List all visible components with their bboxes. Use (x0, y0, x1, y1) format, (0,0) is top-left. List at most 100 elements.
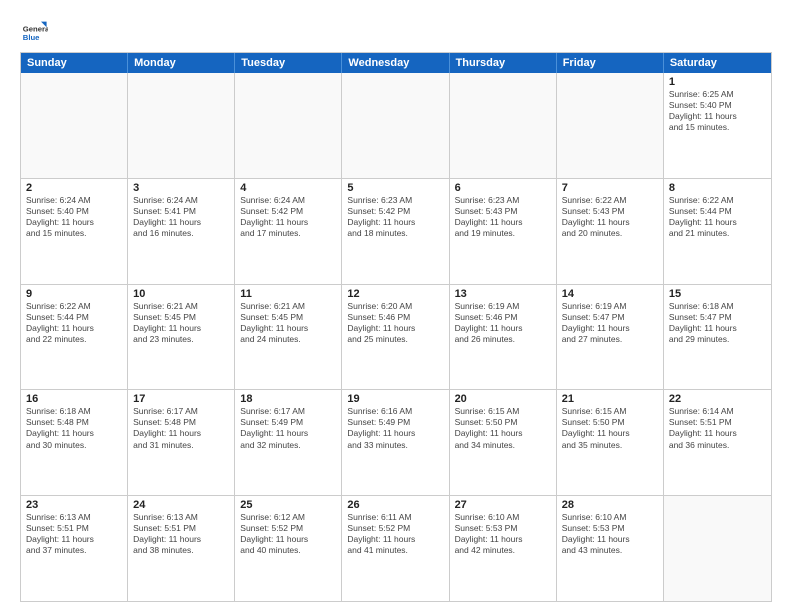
cal-cell-empty (21, 73, 128, 178)
calendar-header: SundayMondayTuesdayWednesdayThursdayFrid… (21, 53, 771, 73)
cell-date-18: 18 (240, 393, 336, 405)
cell-date-23: 23 (26, 499, 122, 511)
calendar: SundayMondayTuesdayWednesdayThursdayFrid… (20, 52, 772, 602)
cal-cell-empty (342, 73, 449, 178)
cell-date-28: 28 (562, 499, 658, 511)
cell-date-10: 10 (133, 288, 229, 300)
cell-date-26: 26 (347, 499, 443, 511)
cell-date-2: 2 (26, 182, 122, 194)
cell-info-6: Sunrise: 6:23 AM Sunset: 5:43 PM Dayligh… (455, 195, 551, 239)
cal-cell-12: 12Sunrise: 6:20 AM Sunset: 5:46 PM Dayli… (342, 285, 449, 390)
cell-date-15: 15 (669, 288, 766, 300)
cal-cell-empty (664, 496, 771, 601)
cal-cell-8: 8Sunrise: 6:22 AM Sunset: 5:44 PM Daylig… (664, 179, 771, 284)
cell-date-16: 16 (26, 393, 122, 405)
cell-info-21: Sunrise: 6:15 AM Sunset: 5:50 PM Dayligh… (562, 406, 658, 450)
cell-date-8: 8 (669, 182, 766, 194)
cell-info-20: Sunrise: 6:15 AM Sunset: 5:50 PM Dayligh… (455, 406, 551, 450)
cell-info-25: Sunrise: 6:12 AM Sunset: 5:52 PM Dayligh… (240, 512, 336, 556)
cell-info-1: Sunrise: 6:25 AM Sunset: 5:40 PM Dayligh… (669, 89, 766, 133)
logo-icon: General Blue (20, 16, 48, 44)
cell-info-23: Sunrise: 6:13 AM Sunset: 5:51 PM Dayligh… (26, 512, 122, 556)
svg-text:General: General (23, 24, 48, 33)
day-header-thursday: Thursday (450, 53, 557, 73)
day-header-wednesday: Wednesday (342, 53, 449, 73)
cal-cell-4: 4Sunrise: 6:24 AM Sunset: 5:42 PM Daylig… (235, 179, 342, 284)
cell-date-24: 24 (133, 499, 229, 511)
cal-cell-22: 22Sunrise: 6:14 AM Sunset: 5:51 PM Dayli… (664, 390, 771, 495)
cell-info-8: Sunrise: 6:22 AM Sunset: 5:44 PM Dayligh… (669, 195, 766, 239)
cell-info-24: Sunrise: 6:13 AM Sunset: 5:51 PM Dayligh… (133, 512, 229, 556)
cal-cell-3: 3Sunrise: 6:24 AM Sunset: 5:41 PM Daylig… (128, 179, 235, 284)
cell-info-28: Sunrise: 6:10 AM Sunset: 5:53 PM Dayligh… (562, 512, 658, 556)
calendar-row-1: 1Sunrise: 6:25 AM Sunset: 5:40 PM Daylig… (21, 73, 771, 178)
cell-info-27: Sunrise: 6:10 AM Sunset: 5:53 PM Dayligh… (455, 512, 551, 556)
cell-date-22: 22 (669, 393, 766, 405)
cal-cell-27: 27Sunrise: 6:10 AM Sunset: 5:53 PM Dayli… (450, 496, 557, 601)
cal-cell-15: 15Sunrise: 6:18 AM Sunset: 5:47 PM Dayli… (664, 285, 771, 390)
calendar-body: 1Sunrise: 6:25 AM Sunset: 5:40 PM Daylig… (21, 73, 771, 601)
cell-info-14: Sunrise: 6:19 AM Sunset: 5:47 PM Dayligh… (562, 301, 658, 345)
day-header-sunday: Sunday (21, 53, 128, 73)
cell-date-3: 3 (133, 182, 229, 194)
cell-date-20: 20 (455, 393, 551, 405)
logo: General Blue (20, 16, 50, 44)
cal-cell-17: 17Sunrise: 6:17 AM Sunset: 5:48 PM Dayli… (128, 390, 235, 495)
cal-cell-2: 2Sunrise: 6:24 AM Sunset: 5:40 PM Daylig… (21, 179, 128, 284)
cell-info-15: Sunrise: 6:18 AM Sunset: 5:47 PM Dayligh… (669, 301, 766, 345)
cal-cell-16: 16Sunrise: 6:18 AM Sunset: 5:48 PM Dayli… (21, 390, 128, 495)
cal-cell-25: 25Sunrise: 6:12 AM Sunset: 5:52 PM Dayli… (235, 496, 342, 601)
cal-cell-28: 28Sunrise: 6:10 AM Sunset: 5:53 PM Dayli… (557, 496, 664, 601)
calendar-row-3: 9Sunrise: 6:22 AM Sunset: 5:44 PM Daylig… (21, 284, 771, 390)
cell-info-5: Sunrise: 6:23 AM Sunset: 5:42 PM Dayligh… (347, 195, 443, 239)
cal-cell-20: 20Sunrise: 6:15 AM Sunset: 5:50 PM Dayli… (450, 390, 557, 495)
cell-date-25: 25 (240, 499, 336, 511)
cell-date-9: 9 (26, 288, 122, 300)
cal-cell-empty (235, 73, 342, 178)
cell-date-11: 11 (240, 288, 336, 300)
cal-cell-26: 26Sunrise: 6:11 AM Sunset: 5:52 PM Dayli… (342, 496, 449, 601)
cell-info-4: Sunrise: 6:24 AM Sunset: 5:42 PM Dayligh… (240, 195, 336, 239)
cell-date-17: 17 (133, 393, 229, 405)
day-header-friday: Friday (557, 53, 664, 73)
cal-cell-6: 6Sunrise: 6:23 AM Sunset: 5:43 PM Daylig… (450, 179, 557, 284)
cell-info-26: Sunrise: 6:11 AM Sunset: 5:52 PM Dayligh… (347, 512, 443, 556)
calendar-row-4: 16Sunrise: 6:18 AM Sunset: 5:48 PM Dayli… (21, 389, 771, 495)
cell-date-4: 4 (240, 182, 336, 194)
cell-date-14: 14 (562, 288, 658, 300)
cell-info-10: Sunrise: 6:21 AM Sunset: 5:45 PM Dayligh… (133, 301, 229, 345)
cell-date-19: 19 (347, 393, 443, 405)
calendar-row-2: 2Sunrise: 6:24 AM Sunset: 5:40 PM Daylig… (21, 178, 771, 284)
cal-cell-18: 18Sunrise: 6:17 AM Sunset: 5:49 PM Dayli… (235, 390, 342, 495)
day-header-tuesday: Tuesday (235, 53, 342, 73)
cell-info-17: Sunrise: 6:17 AM Sunset: 5:48 PM Dayligh… (133, 406, 229, 450)
cal-cell-1: 1Sunrise: 6:25 AM Sunset: 5:40 PM Daylig… (664, 73, 771, 178)
cal-cell-empty (557, 73, 664, 178)
cal-cell-11: 11Sunrise: 6:21 AM Sunset: 5:45 PM Dayli… (235, 285, 342, 390)
cell-info-19: Sunrise: 6:16 AM Sunset: 5:49 PM Dayligh… (347, 406, 443, 450)
cal-cell-10: 10Sunrise: 6:21 AM Sunset: 5:45 PM Dayli… (128, 285, 235, 390)
cell-info-16: Sunrise: 6:18 AM Sunset: 5:48 PM Dayligh… (26, 406, 122, 450)
cal-cell-21: 21Sunrise: 6:15 AM Sunset: 5:50 PM Dayli… (557, 390, 664, 495)
cell-info-11: Sunrise: 6:21 AM Sunset: 5:45 PM Dayligh… (240, 301, 336, 345)
cell-date-21: 21 (562, 393, 658, 405)
cell-info-9: Sunrise: 6:22 AM Sunset: 5:44 PM Dayligh… (26, 301, 122, 345)
cell-info-12: Sunrise: 6:20 AM Sunset: 5:46 PM Dayligh… (347, 301, 443, 345)
cal-cell-19: 19Sunrise: 6:16 AM Sunset: 5:49 PM Dayli… (342, 390, 449, 495)
cell-info-2: Sunrise: 6:24 AM Sunset: 5:40 PM Dayligh… (26, 195, 122, 239)
cal-cell-empty (450, 73, 557, 178)
cell-info-18: Sunrise: 6:17 AM Sunset: 5:49 PM Dayligh… (240, 406, 336, 450)
cal-cell-7: 7Sunrise: 6:22 AM Sunset: 5:43 PM Daylig… (557, 179, 664, 284)
cell-date-6: 6 (455, 182, 551, 194)
cell-info-7: Sunrise: 6:22 AM Sunset: 5:43 PM Dayligh… (562, 195, 658, 239)
cell-date-12: 12 (347, 288, 443, 300)
cal-cell-5: 5Sunrise: 6:23 AM Sunset: 5:42 PM Daylig… (342, 179, 449, 284)
cell-date-5: 5 (347, 182, 443, 194)
cal-cell-14: 14Sunrise: 6:19 AM Sunset: 5:47 PM Dayli… (557, 285, 664, 390)
cell-info-22: Sunrise: 6:14 AM Sunset: 5:51 PM Dayligh… (669, 406, 766, 450)
day-header-saturday: Saturday (664, 53, 771, 73)
cell-info-3: Sunrise: 6:24 AM Sunset: 5:41 PM Dayligh… (133, 195, 229, 239)
cal-cell-empty (128, 73, 235, 178)
cell-date-7: 7 (562, 182, 658, 194)
page-header: General Blue (20, 16, 772, 44)
